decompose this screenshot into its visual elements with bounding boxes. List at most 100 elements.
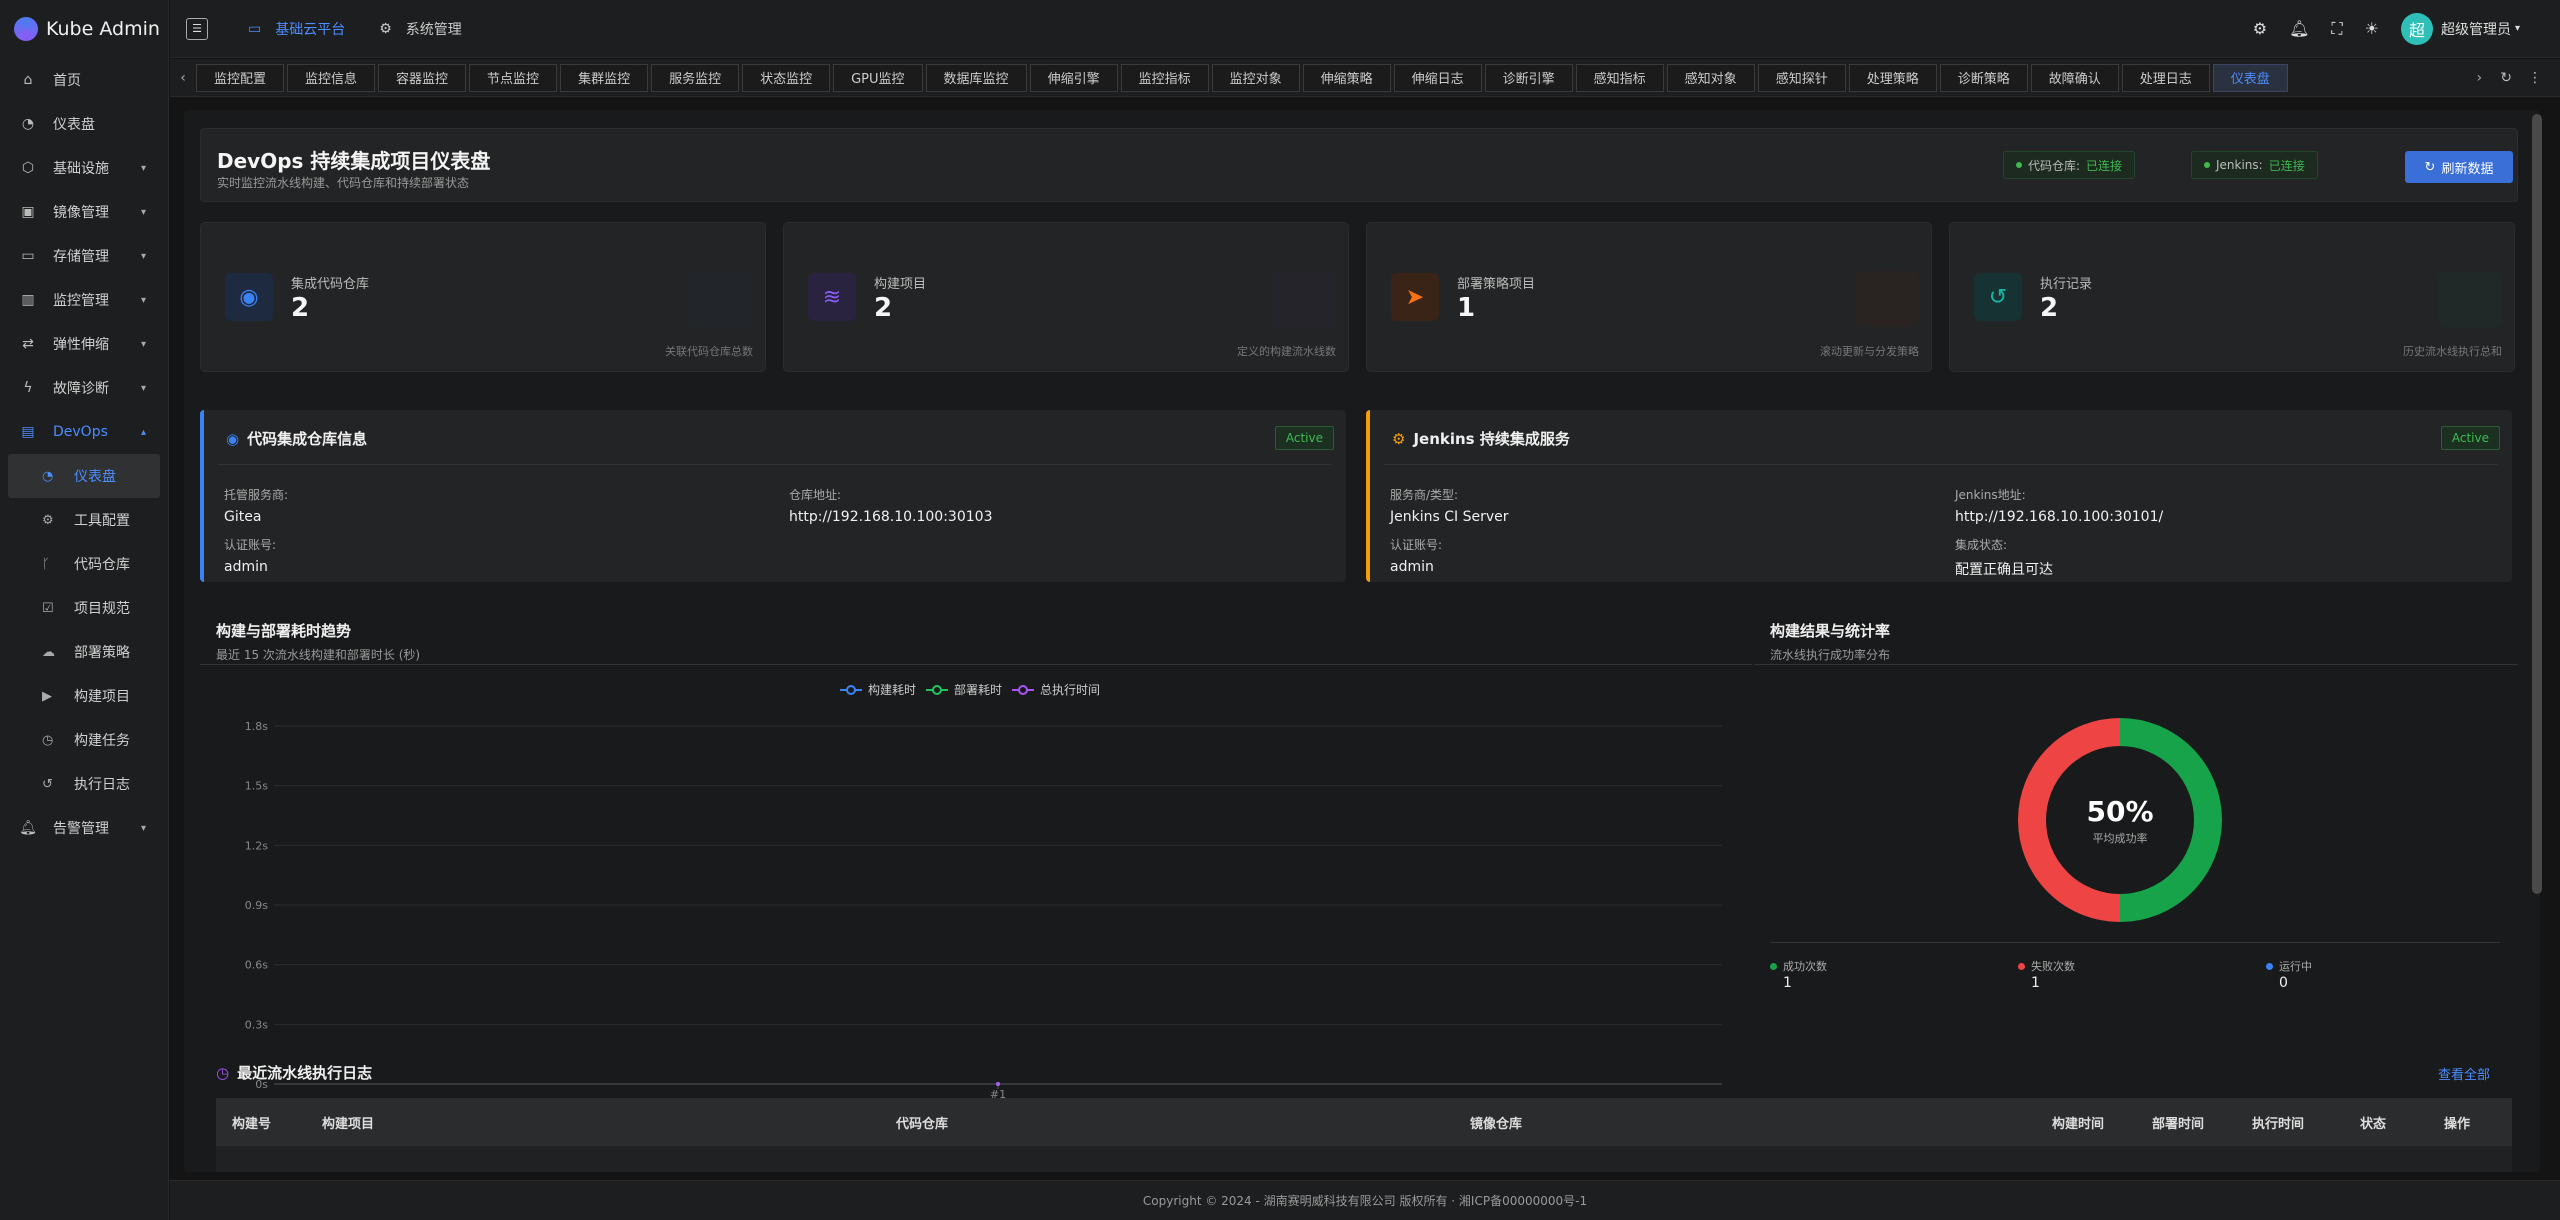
header-nav-system[interactable]: ⚙ 系统管理	[367, 0, 474, 58]
theme-toggle-icon[interactable]: ☀	[2365, 19, 2379, 38]
tab-21[interactable]: 处理日志	[2121, 63, 2210, 92]
sidebar-subitem-deploy-strategy[interactable]: ☁ 部署策略	[0, 630, 168, 674]
sidebar-subitem-build-task[interactable]: ◷ 构建任务	[0, 718, 168, 762]
bell-icon[interactable]: 🔔︎	[2289, 19, 2309, 38]
tab-3[interactable]: 节点监控	[469, 63, 558, 92]
fullscreen-icon[interactable]: ⛶	[2331, 19, 2342, 39]
chevron-down-icon: ▾	[140, 822, 146, 834]
refresh-button[interactable]: ↻ 刷新数据	[2405, 151, 2513, 183]
sidebar-item-autoscaling[interactable]: ⇄ 弹性伸缩 ▾	[0, 322, 168, 366]
view-all-link[interactable]: 查看全部	[2438, 1064, 2490, 1083]
tab-scroll-right-icon[interactable]: ›	[2466, 70, 2492, 86]
tab-1[interactable]: 监控信息	[287, 63, 376, 92]
table-row[interactable]	[216, 1146, 2512, 1172]
app-title: Kube Admin	[46, 18, 160, 40]
sidebar-subitem-project-spec[interactable]: ☑ 项目规范	[0, 586, 168, 630]
sidebar-item-dashboard[interactable]: ◔ 仪表盘	[0, 102, 168, 146]
sidebar-subitem-code-repo[interactable]: ᚴ 代码仓库	[0, 542, 168, 586]
sidebar-item-storage[interactable]: ▭ 存储管理 ▾	[0, 234, 168, 278]
tab-scroll-left-icon[interactable]: ‹	[170, 70, 196, 86]
page-title: DevOps 持续集成项目仪表盘	[217, 149, 491, 173]
legend-item[interactable]: 构建耗时	[840, 682, 916, 697]
send-icon: ➤	[1391, 273, 1439, 321]
sidebar-item-monitoring[interactable]: ▥ 监控管理 ▾	[0, 278, 168, 322]
tab-16[interactable]: 感知对象	[1666, 63, 1755, 92]
tab-0[interactable]: 监控配置	[196, 63, 285, 92]
tab-10[interactable]: 监控指标	[1120, 63, 1209, 92]
tab-5[interactable]: 服务监控	[651, 63, 740, 92]
tab-bar: ‹ 监控配置 监控信息 容器监控 节点监控 集群监控 服务监控 状态监控 GPU监控 数据库监控…	[170, 59, 2560, 97]
logo[interactable]: Kube Admin	[0, 0, 168, 58]
tab-tools: ↻ ⋮	[2492, 70, 2560, 86]
legend-item[interactable]: 总执行时间	[1012, 683, 1100, 697]
more-icon[interactable]: ⋮	[2528, 70, 2542, 86]
tab-6[interactable]: 状态监控	[742, 63, 831, 92]
sidebar-subitem-tool-config[interactable]: ⚙ 工具配置	[0, 498, 168, 542]
settings-icon[interactable]: ⚙	[2253, 19, 2267, 38]
gear-icon: ⚙	[1392, 429, 1406, 448]
page-subtitle: 实时监控流水线构建、代码仓库和持续部署状态	[217, 176, 470, 190]
legend-item[interactable]: 部署耗时	[926, 682, 1002, 697]
col-code-repo: 代码仓库	[896, 1116, 949, 1132]
tab-12[interactable]: 伸缩策略	[1302, 63, 1391, 92]
sidebar-item-diagnosis[interactable]: ϟ 故障诊断 ▾	[0, 366, 168, 410]
reload-icon[interactable]: ↻	[2500, 70, 2512, 86]
tab-8[interactable]: 数据库监控	[925, 63, 1027, 92]
tab-11[interactable]: 监控对象	[1211, 63, 1300, 92]
branch-icon: ᚴ	[42, 556, 50, 572]
tab-18[interactable]: 处理策略	[1848, 63, 1937, 92]
checkbox-icon: ☑	[42, 600, 54, 616]
success-dot-icon	[1770, 963, 1777, 970]
sidebar-item-infrastructure[interactable]: ⬡ 基础设施 ▾	[0, 146, 168, 190]
tab-22[interactable]: 仪表盘	[2212, 63, 2288, 92]
sidebar-item-alerts[interactable]: 🔔︎ 告警管理 ▾	[0, 806, 168, 850]
tab-19[interactable]: 诊断策略	[1939, 63, 2028, 92]
sidebar-item-home[interactable]: ⌂ 首页	[0, 58, 168, 102]
running-count: 运行中 0	[2266, 958, 2312, 991]
tab-4[interactable]: 集群监控	[560, 63, 649, 92]
chevron-down-icon: ▾	[140, 382, 146, 394]
status-dot-icon	[2016, 162, 2022, 168]
kubernetes-logo-icon	[14, 17, 38, 41]
jenkins-info-panel: ⚙ Jenkins 持续集成服务 Active 服务商/类型: Jenkins CI…	[1366, 410, 2512, 582]
legend-marker	[1018, 685, 1028, 695]
repo-info-panel: ◉ 代码集成仓库信息 Active 托管服务商: Gitea 仓库地址: http:/…	[200, 410, 1346, 582]
tab-7[interactable]: GPU监控	[833, 63, 923, 92]
y-tick-label: 0.9s	[245, 899, 268, 912]
tab-9[interactable]: 伸缩引擎	[1029, 63, 1118, 92]
tab-15[interactable]: 感知指标	[1575, 63, 1664, 92]
y-tick-label: 1.5s	[245, 780, 268, 793]
series-point	[996, 1082, 1000, 1086]
sidebar-item-devops[interactable]: ▤ DevOps ▴	[0, 410, 168, 454]
tab-14[interactable]: 诊断引擎	[1484, 63, 1573, 92]
jenkins-url: Jenkins地址: http://192.168.10.100:30101/	[1955, 488, 2164, 525]
tab-17[interactable]: 感知探针	[1757, 63, 1846, 92]
tab-13[interactable]: 伸缩日志	[1393, 63, 1482, 92]
github-icon: ◉	[225, 273, 273, 321]
logs-table-header: 构建号 构建项目 代码仓库 镜像仓库 构建时间 部署时间 执行时间 状态 操作	[216, 1098, 2512, 1146]
layers-icon: ≋	[808, 273, 856, 321]
col-actions: 操作	[2444, 1116, 2471, 1132]
decor-shape	[2438, 271, 2502, 327]
username[interactable]: 超级管理员	[2441, 19, 2511, 39]
avatar[interactable]: 超	[2400, 12, 2433, 45]
sidebar-subitem-exec-log[interactable]: ↺ 执行日志	[0, 762, 168, 806]
menu-collapse-icon[interactable]: ☰	[186, 17, 208, 40]
running-dot-icon	[2266, 963, 2273, 970]
tab-2[interactable]: 容器监控	[378, 63, 467, 92]
stat-card-build-projects: ≋ 构建项目 2 定义的构建流水线数	[783, 222, 1349, 372]
dashboard-banner: DevOps 持续集成项目仪表盘 实时监控流水线构建、代码仓库和持续部署状态 代…	[200, 128, 2518, 202]
app-root: Kube Admin ⌂ 首页 ◔ 仪表盘 ⬡ 基础设施 ▾ ▣ 镜像管理 ▾ ▭ 存储管理 ▾…	[0, 0, 2560, 1220]
fail-dot-icon	[2018, 963, 2025, 970]
sidebar-subitem-dashboard[interactable]: ◔ 仪表盘	[8, 454, 160, 498]
scrollbar[interactable]	[2532, 114, 2542, 894]
chart-icon: ▥	[21, 292, 35, 308]
header-nav-cloud-platform[interactable]: ▭ 基础云平台	[236, 0, 357, 58]
sidebar-subitem-build-project[interactable]: ▶ 构建项目	[0, 674, 168, 718]
tab-list: 监控配置 监控信息 容器监控 节点监控 集群监控 服务监控 状态监控 GPU监控 数据库监控 伸缩…	[196, 63, 2466, 92]
tab-20[interactable]: 故障确认	[2030, 63, 2119, 92]
result-subtitle: 流水线执行成功率分布	[1770, 648, 1891, 662]
sidebar-item-images[interactable]: ▣ 镜像管理 ▾	[0, 190, 168, 234]
trend-subtitle: 最近 15 次流水线构建和部署时长 (秒)	[216, 648, 421, 662]
chevron-down-icon[interactable]: ▾	[2515, 23, 2520, 34]
